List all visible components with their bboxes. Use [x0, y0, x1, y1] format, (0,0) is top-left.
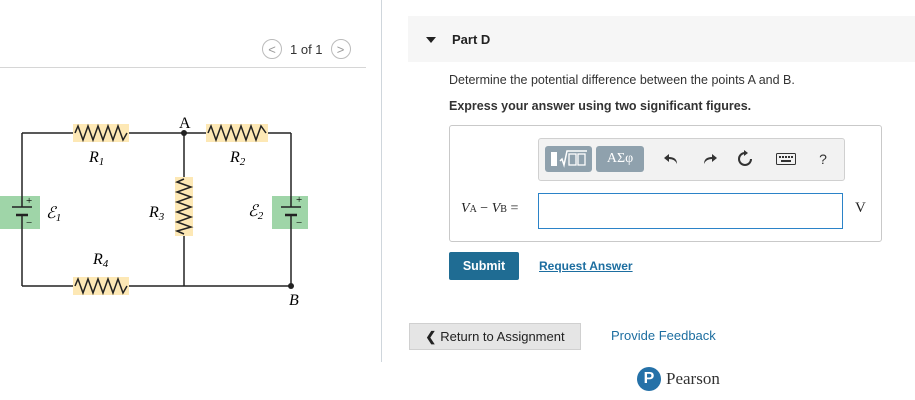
- undo-icon[interactable]: [660, 148, 682, 170]
- r2-label: R2: [229, 149, 246, 168]
- battery-e1: + −: [0, 195, 40, 229]
- return-label: Return to Assignment: [440, 329, 565, 344]
- keyboard-icon[interactable]: [775, 148, 797, 170]
- r4-label: R4: [92, 251, 109, 270]
- redo-icon[interactable]: [699, 148, 721, 170]
- panel-divider: [381, 0, 382, 362]
- e1-label: ℰ1: [46, 205, 61, 224]
- r1-label: R1: [88, 149, 104, 168]
- battery-e1-plus: +: [26, 195, 32, 207]
- templates-button[interactable]: [545, 146, 592, 172]
- question-text: Determine the potential difference betwe…: [449, 73, 795, 87]
- provide-feedback-link[interactable]: Provide Feedback: [611, 328, 716, 343]
- templates-icon: [550, 150, 587, 168]
- equation-label: VA − VB =: [461, 201, 519, 216]
- pearson-name: Pearson: [666, 369, 720, 388]
- battery-e2-minus: −: [296, 217, 302, 229]
- battery-e1-highlight: [0, 196, 40, 229]
- resistor-r4: [73, 276, 129, 296]
- battery-e1-minus: −: [26, 217, 32, 229]
- help-icon[interactable]: ?: [812, 148, 834, 170]
- caret-down-icon[interactable]: [426, 37, 436, 43]
- resistor-r3: [174, 177, 194, 236]
- resistor-r1: [73, 123, 129, 143]
- reset-icon[interactable]: [734, 148, 756, 170]
- battery-e2: + −: [272, 194, 308, 229]
- battery-e2-plus: +: [296, 194, 302, 206]
- symbols-button[interactable]: ΑΣφ: [596, 146, 644, 172]
- request-answer-link[interactable]: Request Answer: [539, 259, 633, 273]
- answer-input[interactable]: [538, 193, 843, 229]
- pearson-logo-icon: P: [637, 367, 661, 391]
- pearson-brand: P Pearson: [637, 367, 720, 391]
- submit-button[interactable]: Submit: [449, 252, 519, 280]
- instruction-text: Express your answer using two significan…: [449, 99, 752, 113]
- circuit-diagram: R1 R2 R3 R4 + − ℰ1 + − ℰ2 A B: [0, 115, 308, 309]
- chevron-left-icon: ❮: [425, 328, 437, 344]
- battery-e2-highlight: [272, 196, 308, 229]
- node-a-label: A: [179, 115, 191, 132]
- unit-label: V: [855, 200, 866, 216]
- node-b-label: B: [289, 292, 299, 309]
- node-b-dot: [288, 283, 294, 289]
- r3-label: R3: [148, 204, 165, 223]
- resistor-r2: [206, 123, 268, 143]
- part-title: Part D: [452, 32, 491, 47]
- return-to-assignment-button[interactable]: ❮ Return to Assignment: [409, 323, 581, 350]
- e2-label: ℰ2: [248, 203, 264, 222]
